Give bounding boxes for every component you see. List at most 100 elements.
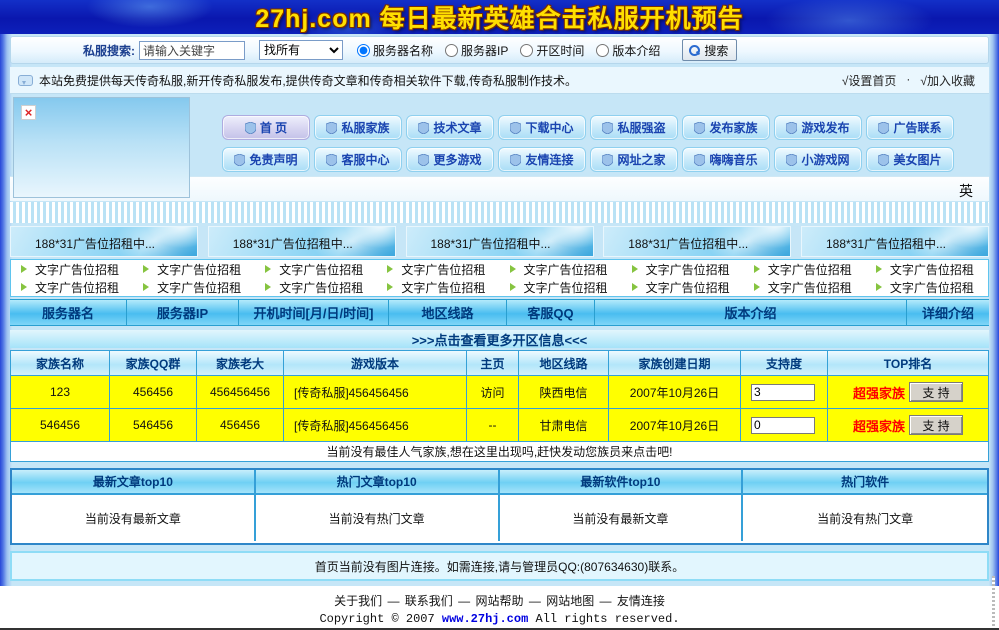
support-count-input[interactable] — [751, 384, 815, 401]
text-ad-link[interactable]: 文字广告位招租 — [255, 278, 377, 296]
ad-banner[interactable]: 188*31广告位招租中... — [10, 226, 198, 257]
green-arrow-icon — [143, 265, 149, 273]
green-arrow-icon — [754, 265, 760, 273]
family-top-cell: 超强家族 支 持 — [828, 409, 988, 442]
panel-hot-software-empty: 当前没有热门文章 — [743, 495, 987, 541]
green-arrow-icon — [387, 265, 393, 273]
family-row: 546456 546456 456456 [传奇私服]456456456 -- … — [11, 409, 988, 442]
radio-version-input[interactable] — [596, 44, 609, 57]
promo-image-placeholder: × — [13, 97, 190, 198]
support-button[interactable]: 支 持 — [909, 415, 963, 435]
nav-ad-contact[interactable]: 广告联系 — [866, 115, 954, 140]
text-ad-link[interactable]: 文字广告位招租 — [11, 278, 133, 296]
nav-tech-articles[interactable]: 技术文章 — [406, 115, 494, 140]
radio-server-name[interactable]: 服务器名称 — [357, 42, 433, 59]
set-homepage-link[interactable]: √设置首页 — [842, 72, 897, 89]
text-ad-link[interactable]: 文字广告位招租 — [377, 260, 499, 278]
support-button[interactable]: 支 持 — [909, 382, 963, 402]
ad-banner[interactable]: 188*31广告位招租中... — [603, 226, 791, 257]
top-rank-label: 超强家族 — [853, 383, 905, 402]
shield-icon — [878, 154, 889, 166]
text-ad-label: 文字广告位招租 — [157, 279, 241, 296]
nav-home[interactable]: 首 页 — [222, 115, 310, 140]
search-bar: 私服搜索: 找所有 服务器名称 服务器IP 开区时间 版本介绍 — [10, 36, 989, 64]
marquee-text: 英 — [959, 181, 973, 201]
ad-banner[interactable]: 188*31广告位招租中... — [406, 226, 594, 257]
nav-sifu-family-label: 私服家族 — [341, 119, 389, 136]
search-input[interactable] — [139, 41, 245, 60]
support-count-input[interactable] — [751, 417, 815, 434]
text-ad-label: 文字广告位招租 — [157, 261, 241, 278]
nav-game-publish[interactable]: 游戏发布 — [774, 115, 862, 140]
footer-help-link[interactable]: 网站帮助 — [475, 594, 523, 608]
nav-friend-links[interactable]: 友情连接 — [498, 147, 586, 172]
green-arrow-icon — [21, 283, 27, 291]
add-favorite-link[interactable]: √加入收藏 — [920, 72, 975, 89]
more-open-info-link[interactable]: >>>点击查看更多开区信息<<< — [10, 330, 989, 348]
ad-banner[interactable]: 188*31广告位招租中... — [801, 226, 989, 257]
radio-server-ip[interactable]: 服务器IP — [445, 42, 508, 59]
footer-separator: — — [458, 594, 470, 608]
nav-mini-games[interactable]: 小游戏网 — [774, 147, 862, 172]
mini-scrollbar[interactable] — [992, 576, 995, 630]
ad-banners-row: 188*31广告位招租中... 188*31广告位招租中... 188*31广告… — [10, 226, 989, 257]
footer-sitemap-link[interactable]: 网站地图 — [546, 594, 594, 608]
radio-open-time-input[interactable] — [520, 44, 533, 57]
family-leader: 456456 — [197, 409, 284, 442]
footer-separator: — — [600, 594, 612, 608]
text-ad-link[interactable]: 文字广告位招租 — [11, 260, 133, 278]
search-scope-select[interactable]: 找所有 — [259, 40, 343, 60]
text-ad-link[interactable]: 文字广告位招租 — [133, 260, 255, 278]
radio-version[interactable]: 版本介绍 — [596, 42, 660, 59]
nav-sifu-qiangdao[interactable]: 私服强盗 — [590, 115, 678, 140]
text-ad-label: 文字广告位招租 — [890, 261, 974, 278]
family-region: 甘肃电信 — [519, 409, 609, 442]
ad-banner-label: 188*31广告位招租中... — [11, 235, 179, 252]
nav-download-center[interactable]: 下载中心 — [498, 115, 586, 140]
ad-banner[interactable]: 188*31广告位招租中... — [208, 226, 396, 257]
green-arrow-icon — [876, 283, 882, 291]
notice-bar: 本站免费提供每天传奇私服,新开传奇私服发布,提供传奇文章和传奇相关软件下载,传奇… — [10, 67, 989, 94]
family-home-link[interactable]: 访问 — [467, 376, 519, 409]
text-ad-link[interactable]: 文字广告位招租 — [622, 278, 744, 296]
radio-server-name-input[interactable] — [357, 44, 370, 57]
radio-open-time[interactable]: 开区时间 — [520, 42, 584, 59]
col-region: 地区线路 — [519, 351, 609, 376]
nav-more-games[interactable]: 更多游戏 — [406, 147, 494, 172]
nav-beauty-pics[interactable]: 美女图片 — [866, 147, 954, 172]
footer-about-link[interactable]: 关于我们 — [334, 594, 382, 608]
copyright-suffix: All rights reserved. — [528, 612, 679, 626]
notice-text: 本站免费提供每天传奇私服,新开传奇私服发布,提供传奇文章和传奇相关软件下载,传奇… — [39, 72, 842, 89]
col-family-name: 家族名称 — [11, 351, 110, 376]
nav-beauty-pics-label: 美女图片 — [893, 151, 941, 168]
text-ad-link[interactable]: 文字广告位招租 — [622, 260, 744, 278]
stripe-decoration — [10, 202, 989, 223]
text-ad-link[interactable]: 文字广告位招租 — [866, 260, 988, 278]
panel-hot-software-title: 热门软件 — [743, 470, 987, 493]
nav-music[interactable]: 嗨嗨音乐 — [682, 147, 770, 172]
footer-friendlinks-link[interactable]: 友情连接 — [617, 594, 665, 608]
speech-bubble-icon — [18, 75, 33, 86]
site-link[interactable]: www.27hj.com — [442, 612, 528, 626]
shield-icon — [786, 122, 797, 134]
search-button[interactable]: 搜索 — [682, 39, 737, 61]
family-version: [传奇私服]456456456 — [284, 409, 467, 442]
text-ad-link[interactable]: 文字广告位招租 — [744, 278, 866, 296]
top-rank-label: 超强家族 — [853, 416, 905, 435]
nav-service-center[interactable]: 客服中心 — [314, 147, 402, 172]
text-ad-link[interactable]: 文字广告位招租 — [866, 278, 988, 296]
nav-ad-contact-label: 广告联系 — [893, 119, 941, 136]
text-ad-link[interactable]: 文字广告位招租 — [377, 278, 499, 296]
text-ad-link[interactable]: 文字广告位招租 — [255, 260, 377, 278]
text-ad-link[interactable]: 文字广告位招租 — [500, 260, 622, 278]
text-ad-link[interactable]: 文字广告位招租 — [744, 260, 866, 278]
text-ad-link[interactable]: 文字广告位招租 — [133, 278, 255, 296]
text-ad-link[interactable]: 文字广告位招租 — [500, 278, 622, 296]
footer-contact-link[interactable]: 联系我们 — [405, 594, 453, 608]
nav-url-home[interactable]: 网址之家 — [590, 147, 678, 172]
nav-publish-family[interactable]: 发布家族 — [682, 115, 770, 140]
family-empty-note: 当前没有最佳人气家族,想在这里出现吗,赶快发动您族员来点击吧! — [11, 442, 988, 462]
nav-disclaimer[interactable]: 免责声明 — [222, 147, 310, 172]
nav-sifu-family[interactable]: 私服家族 — [314, 115, 402, 140]
radio-server-ip-input[interactable] — [445, 44, 458, 57]
